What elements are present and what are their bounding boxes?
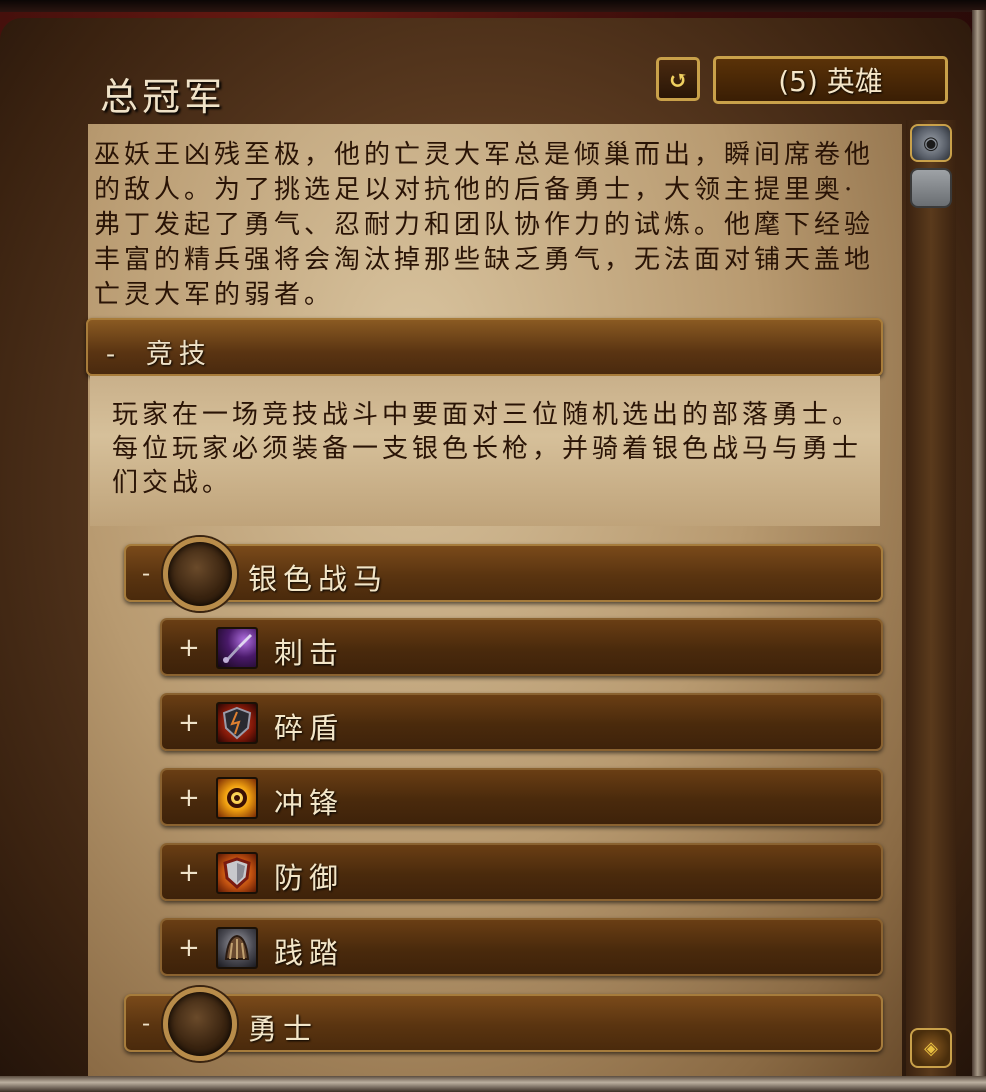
charge-icon [216, 777, 258, 819]
scroll-down-icon: ◈ [924, 1037, 938, 1059]
frame-right-border [972, 10, 986, 1092]
scrollbar-thumb[interactable] [910, 168, 952, 208]
encounter-portrait [163, 537, 237, 611]
ability-toggle: + [178, 783, 200, 813]
ability-toggle: + [178, 933, 200, 963]
ability-toggle: + [178, 858, 200, 888]
ability-label: 碎盾 [274, 711, 345, 745]
reset-icon: ↺ [667, 64, 689, 94]
encounter-toggle: - [142, 559, 151, 587]
ability-toggle: + [178, 633, 200, 663]
frame-bottom-border [0, 1076, 986, 1092]
ability-label: 冲锋 [274, 786, 345, 820]
difficulty-dropdown[interactable]: (5) 英雄 [713, 56, 948, 104]
trample-icon [216, 927, 258, 969]
lore-text: 巫妖王凶残至极，他的亡灵大军总是倾巢而出，瞬间席卷他的敌人。为了挑选足以对抗他的… [94, 140, 875, 310]
page-title: 总冠军 [100, 75, 227, 119]
encounter-row-argent-steed[interactable]: - [124, 544, 883, 602]
section-title: 竞技 [145, 339, 212, 370]
spear-icon [216, 627, 258, 669]
shield-break-icon [216, 702, 258, 744]
ability-label: 刺击 [274, 636, 345, 670]
encounter-toggle: - [142, 1009, 151, 1037]
section-header-label[interactable]: - 竞技 [106, 332, 212, 371]
encounter-portrait [163, 987, 237, 1061]
ability-toggle: + [178, 708, 200, 738]
frame-top-border [0, 0, 986, 12]
reset-button[interactable]: ↺ [656, 57, 700, 101]
ability-row-defend[interactable]: + 防御 [160, 843, 883, 901]
encounter-label: 勇士 [248, 1012, 319, 1046]
ability-row-trample[interactable]: + 践踏 [160, 918, 883, 976]
ability-row-thrust[interactable]: + 刺击 [160, 618, 883, 676]
scrollbar-track[interactable] [906, 120, 956, 1076]
encounter-row-champions[interactable]: - [124, 994, 883, 1052]
scroll-down-button[interactable]: ◈ [910, 1028, 952, 1068]
scroll-up-button[interactable]: ◉ [910, 124, 952, 162]
ability-label: 践踏 [274, 936, 345, 970]
scroll-up-icon: ◉ [923, 132, 939, 154]
ability-row-shield-breaker[interactable]: + 碎盾 [160, 693, 883, 751]
section-toggle: - [106, 339, 122, 370]
ability-row-charge[interactable]: + 冲锋 [160, 768, 883, 826]
defend-shield-icon [216, 852, 258, 894]
section-description: 玩家在一场竞技战斗中要面对三位随机选出的部落勇士。每位玩家必须装备一支银色长枪，… [112, 400, 863, 498]
encounter-label: 银色战马 [248, 562, 389, 596]
ability-label: 防御 [274, 861, 345, 895]
